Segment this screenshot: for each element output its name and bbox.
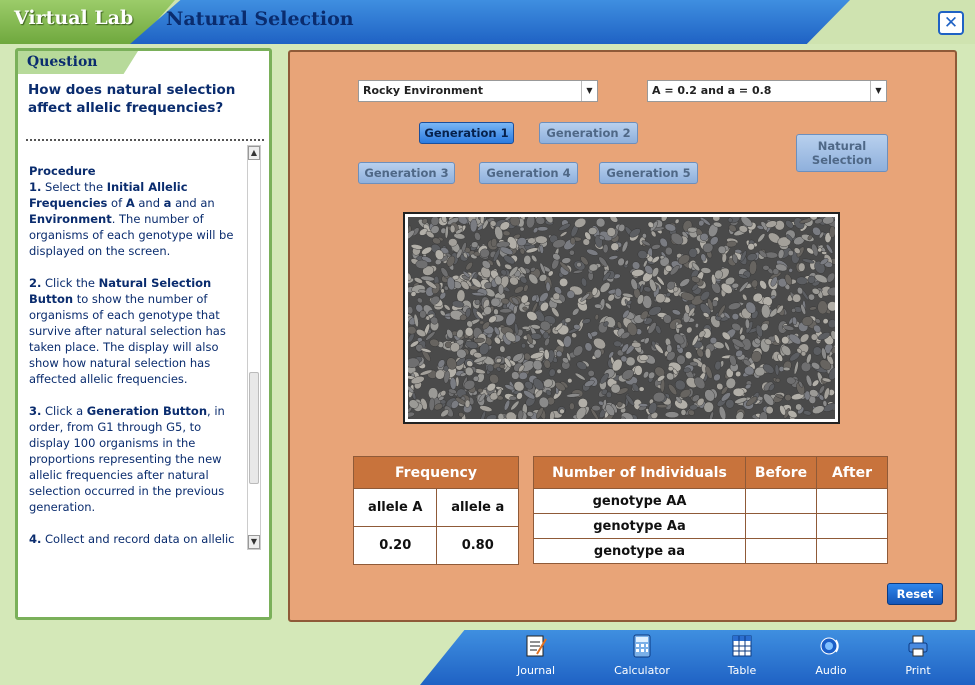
chevron-down-icon[interactable]: ▼: [870, 81, 886, 101]
question-label: Question: [27, 54, 98, 70]
close-button[interactable]: ✕: [938, 11, 964, 35]
generation-4-button[interactable]: Generation 4: [479, 162, 578, 184]
table-label: Table: [727, 664, 757, 677]
genotype-aa-label: genotype aa: [533, 538, 746, 564]
genotype-aa-after: [816, 538, 888, 564]
procedure-step-4: 4. Collect and record data on allelic: [29, 532, 235, 546]
table-row: genotype AA: [533, 488, 888, 514]
environment-select-value: Rocky Environment: [363, 84, 483, 97]
scroll-thumb[interactable]: [249, 372, 259, 484]
allele-A-header: allele A: [352, 488, 438, 527]
question-panel: Question How does natural selection affe…: [15, 48, 272, 620]
audio-label: Audio: [815, 664, 847, 677]
print-label: Print: [905, 664, 931, 677]
individuals-header: Number of Individuals: [533, 456, 746, 489]
journal-button[interactable]: Journal: [501, 634, 571, 677]
natural-selection-button[interactable]: Natural Selection: [796, 134, 888, 172]
journal-icon: [526, 635, 547, 657]
procedure-step-3: 3. Click a Generation Button, in order, …: [29, 404, 225, 514]
genotype-Aa-before: [745, 513, 817, 539]
scroll-up-arrow-icon[interactable]: ▲: [248, 146, 260, 160]
genotype-AA-label: genotype AA: [533, 488, 746, 514]
audio-icon: [820, 637, 839, 655]
frequency-table: Frequency allele A allele a 0.20 0.80: [352, 456, 519, 565]
print-icon: [908, 635, 928, 657]
frequency-table-title: Frequency: [353, 456, 519, 489]
generation-5-button[interactable]: Generation 5: [599, 162, 698, 184]
allele-A-value: 0.20: [352, 526, 438, 565]
generation-3-button[interactable]: Generation 3: [358, 162, 455, 184]
procedure-step-1: 1. Select the Initial Allelic Frequencie…: [29, 180, 234, 258]
lab-title: Natural Selection: [166, 8, 354, 30]
calculator-icon: [633, 634, 651, 658]
procedure-step-2: 2. Click the Natural Selection Button to…: [29, 276, 226, 386]
table-button[interactable]: Table: [707, 634, 777, 677]
individuals-table: Number of Individuals Before After genot…: [533, 456, 888, 564]
generation-1-button[interactable]: Generation 1: [419, 122, 514, 144]
frequency-select[interactable]: A = 0.2 and a = 0.8 ▼: [647, 80, 887, 102]
after-header: After: [816, 456, 888, 489]
frequency-select-value: A = 0.2 and a = 0.8: [652, 84, 772, 97]
journal-label: Journal: [516, 664, 556, 677]
scroll-down-arrow-icon[interactable]: ▼: [248, 535, 260, 549]
audio-button[interactable]: Audio: [796, 634, 866, 677]
environment-display: [403, 212, 840, 424]
procedure-text: Procedure 1. Select the Initial Allelic …: [29, 163, 244, 563]
close-icon: ✕: [943, 13, 959, 33]
print-button[interactable]: Print: [883, 634, 953, 677]
procedure-scrollbar[interactable]: ▲ ▼: [247, 145, 261, 550]
calculator-label: Calculator: [614, 664, 670, 677]
before-header: Before: [745, 456, 817, 489]
rocky-environment-image: [408, 217, 835, 419]
calculator-button[interactable]: Calculator: [607, 634, 677, 677]
header-bar: Virtual Lab Natural Selection ✕: [0, 0, 975, 44]
reset-button[interactable]: Reset: [887, 583, 943, 605]
table-row: genotype aa: [533, 538, 888, 564]
genotype-Aa-after: [816, 513, 888, 539]
genotype-aa-before: [745, 538, 817, 564]
table-icon: [732, 635, 752, 657]
app-title: Virtual Lab: [14, 7, 134, 29]
allele-a-header: allele a: [436, 488, 519, 527]
simulation-panel: Rocky Environment ▼ A = 0.2 and a = 0.8 …: [288, 50, 957, 622]
environment-select[interactable]: Rocky Environment ▼: [358, 80, 598, 102]
procedure-heading: Procedure: [29, 164, 96, 178]
genotype-Aa-label: genotype Aa: [533, 513, 746, 539]
chevron-down-icon[interactable]: ▼: [581, 81, 597, 101]
table-row: genotype Aa: [533, 513, 888, 539]
question-text: How does natural selection affect alleli…: [28, 82, 236, 116]
dotted-divider: [26, 139, 264, 141]
generation-2-button[interactable]: Generation 2: [539, 122, 638, 144]
allele-a-value: 0.80: [436, 526, 519, 565]
genotype-AA-before: [745, 488, 817, 514]
genotype-AA-after: [816, 488, 888, 514]
